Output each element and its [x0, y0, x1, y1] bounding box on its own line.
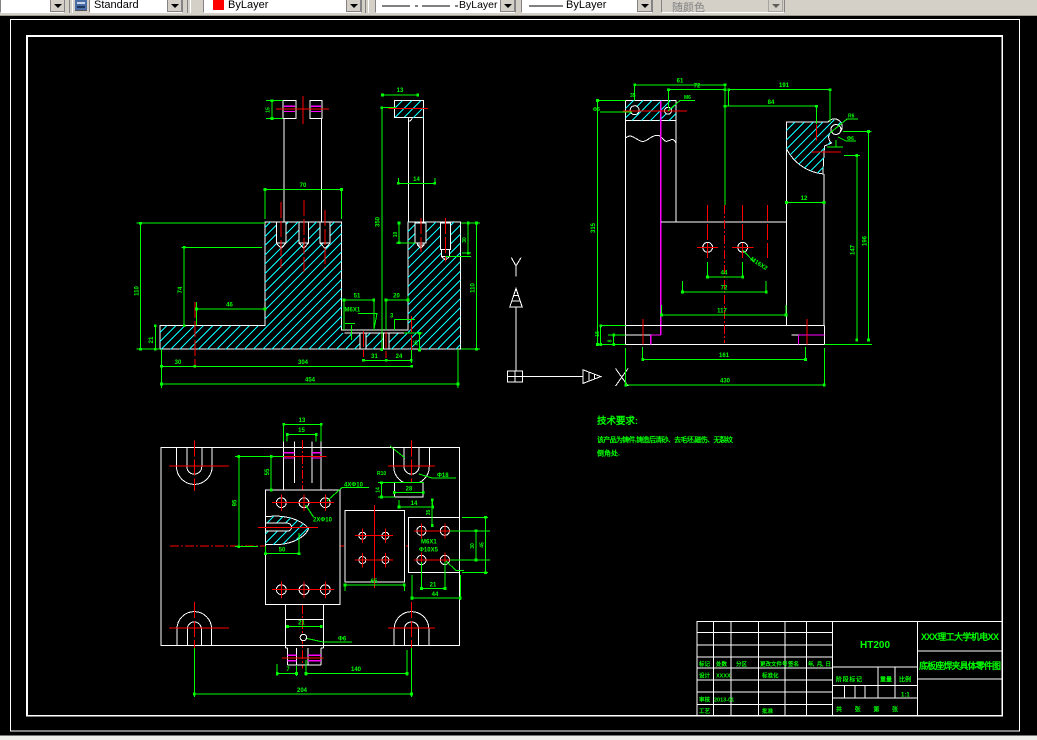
svg-text:30: 30	[462, 237, 468, 243]
svg-text:70: 70	[300, 183, 307, 189]
svg-text:18: 18	[595, 331, 601, 337]
svg-text:15: 15	[298, 428, 305, 434]
svg-text:标准化: 标准化	[761, 672, 779, 680]
svg-text:M6: M6	[684, 95, 691, 101]
svg-text:30: 30	[470, 543, 476, 549]
svg-text:该产品为铸件,铸造后清砂、去毛坯,磁伤、无裂纹: 该产品为铸件,铸造后清砂、去毛坯,磁伤、无裂纹	[597, 435, 734, 444]
svg-text:204: 204	[297, 688, 308, 694]
svg-text:15: 15	[414, 340, 420, 346]
svg-text:55: 55	[265, 468, 271, 475]
svg-text:110: 110	[471, 283, 477, 293]
svg-text:46: 46	[226, 303, 233, 309]
svg-text:44: 44	[721, 271, 728, 277]
svg-text:XXXX: XXXX	[716, 674, 731, 680]
svg-text:74: 74	[178, 286, 184, 293]
svg-text:14: 14	[411, 501, 418, 507]
svg-text:21: 21	[149, 336, 155, 343]
svg-text:20: 20	[393, 294, 400, 300]
svg-text:倒角处.: 倒角处.	[596, 449, 620, 458]
svg-text:年、月、日: 年、月、日	[808, 660, 831, 668]
svg-text:315: 315	[591, 222, 597, 233]
svg-text:重量: 重量	[880, 676, 892, 684]
svg-text:12: 12	[801, 196, 808, 202]
svg-text:21: 21	[298, 620, 305, 626]
svg-text:14: 14	[413, 177, 420, 183]
svg-text:M6X1: M6X1	[345, 308, 361, 314]
svg-text:304: 304	[298, 360, 309, 366]
svg-text:8: 8	[608, 339, 614, 342]
svg-text:117: 117	[717, 308, 727, 314]
svg-text:设计: 设计	[699, 672, 711, 680]
svg-text:51: 51	[354, 294, 361, 300]
svg-text:R10: R10	[377, 471, 386, 477]
svg-text:72: 72	[721, 285, 728, 291]
svg-text:10: 10	[393, 232, 399, 238]
svg-text:Φ18: Φ18	[437, 473, 449, 479]
svg-text:24: 24	[396, 354, 403, 360]
svg-text:底板座焊夹具体零件图: 底板座焊夹具体零件图	[919, 660, 1001, 671]
svg-text:2013-01: 2013-01	[714, 698, 734, 704]
svg-text:15: 15	[266, 107, 272, 113]
svg-text:Φ6: Φ6	[847, 136, 854, 142]
svg-text:Φ6: Φ6	[338, 637, 347, 643]
svg-text:61: 61	[677, 78, 684, 84]
svg-text:Φ10X5: Φ10X5	[419, 548, 439, 554]
svg-text:95: 95	[233, 499, 239, 506]
svg-text:批准: 批准	[762, 707, 774, 715]
svg-text:14: 14	[375, 487, 381, 493]
svg-text:110: 110	[135, 286, 141, 296]
svg-text:45: 45	[479, 542, 485, 548]
svg-text:HT200: HT200	[860, 640, 890, 651]
svg-text:191: 191	[779, 83, 790, 89]
svg-text:更改文件号: 更改文件号	[760, 660, 788, 668]
svg-text:72: 72	[694, 83, 701, 89]
svg-text:XXX理工大学机电XX: XXX理工大学机电XX	[921, 631, 999, 642]
svg-text:50: 50	[279, 547, 286, 553]
svg-text:30: 30	[175, 360, 182, 366]
svg-text:13: 13	[299, 418, 306, 424]
svg-text:84: 84	[768, 100, 775, 106]
svg-text:454: 454	[305, 378, 316, 384]
svg-text:Φ6: Φ6	[593, 107, 600, 113]
svg-text:技术要求:: 技术要求:	[597, 415, 638, 427]
svg-text:430: 430	[720, 379, 731, 385]
svg-text:签名: 签名	[787, 660, 799, 668]
svg-text:工艺: 工艺	[699, 707, 711, 715]
svg-text:196: 196	[862, 235, 868, 246]
svg-text:31: 31	[371, 354, 378, 360]
svg-text:分区: 分区	[736, 660, 748, 668]
svg-text:21: 21	[430, 582, 437, 588]
svg-text:M6X1: M6X1	[421, 540, 437, 546]
svg-text:147: 147	[851, 244, 857, 255]
svg-text:审核: 审核	[699, 696, 711, 704]
svg-text:65: 65	[371, 579, 378, 585]
svg-text:处数: 处数	[715, 660, 728, 668]
svg-text:35: 35	[426, 510, 432, 516]
svg-text:350: 350	[376, 216, 382, 227]
svg-text:R6: R6	[848, 114, 855, 120]
svg-text:140: 140	[351, 667, 362, 673]
svg-text:35: 35	[630, 93, 636, 99]
svg-text:4XΦ10: 4XΦ10	[344, 483, 364, 489]
svg-text:161: 161	[719, 353, 730, 359]
svg-text:标记: 标记	[698, 660, 711, 668]
svg-text:比例: 比例	[899, 676, 911, 684]
svg-text:28: 28	[406, 486, 413, 492]
svg-text:13: 13	[397, 88, 404, 94]
svg-text:阶段标记: 阶段标记	[836, 676, 862, 684]
svg-text:2XΦ10: 2XΦ10	[313, 518, 333, 524]
svg-text:1:1: 1:1	[901, 693, 910, 699]
svg-text:44: 44	[432, 592, 439, 598]
